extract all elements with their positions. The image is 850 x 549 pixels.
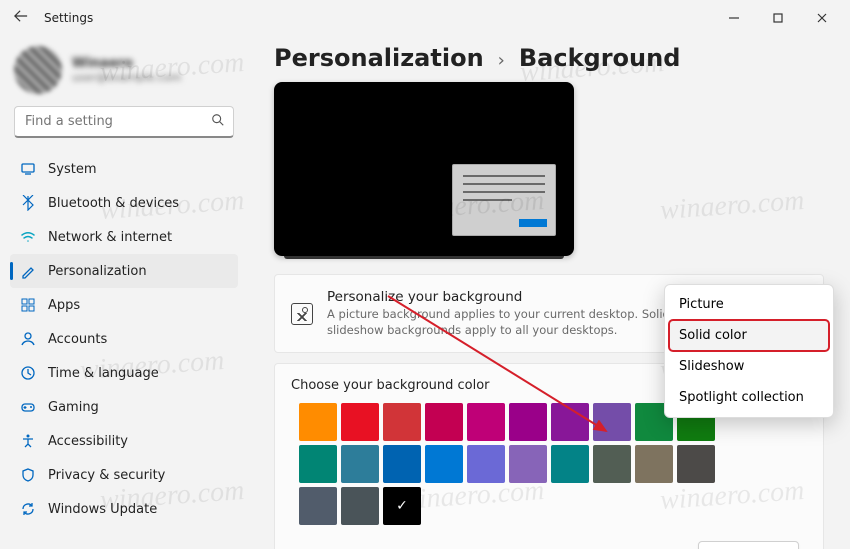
shield-icon [20, 467, 36, 483]
sidebar-item-label: Apps [48, 298, 80, 313]
color-swatch[interactable] [677, 445, 715, 483]
arrow-left-icon [14, 9, 28, 23]
person-icon [20, 331, 36, 347]
sidebar-item-time[interactable]: Time & language [10, 356, 238, 390]
clock-icon [20, 365, 36, 381]
bluetooth-icon [20, 195, 36, 211]
sidebar: Winaero user@example.com System Bluetooth… [0, 36, 248, 549]
maximize-button[interactable] [756, 3, 800, 33]
close-button[interactable] [800, 3, 844, 33]
search-box[interactable] [14, 106, 234, 138]
color-swatch[interactable] [383, 445, 421, 483]
color-swatch[interactable] [341, 487, 379, 525]
color-swatch[interactable] [383, 487, 421, 525]
gaming-icon [20, 399, 36, 415]
sidebar-item-label: Bluetooth & devices [48, 196, 179, 211]
color-swatch[interactable] [383, 403, 421, 441]
color-swatch[interactable] [299, 445, 337, 483]
dropdown-option-picture[interactable]: Picture [669, 289, 829, 320]
view-colors-button[interactable]: View colors [698, 541, 799, 549]
titlebar: Settings [0, 0, 850, 36]
breadcrumb-parent[interactable]: Personalization [274, 44, 484, 72]
sidebar-item-label: Gaming [48, 400, 99, 415]
minimize-button[interactable] [712, 3, 756, 33]
custom-colors-row: Custom colors View colors [291, 533, 807, 549]
sidebar-item-label: Network & internet [48, 230, 172, 245]
sidebar-item-label: Privacy & security [48, 468, 165, 483]
sidebar-item-privacy[interactable]: Privacy & security [10, 458, 238, 492]
sidebar-item-label: Windows Update [48, 502, 157, 517]
dropdown-option-spotlight-collection[interactable]: Spotlight collection [669, 382, 829, 413]
sidebar-item-label: System [48, 162, 96, 177]
close-icon [817, 13, 827, 23]
user-email: user@example.com [72, 71, 181, 84]
chevron-right-icon: › [498, 50, 505, 71]
color-swatch[interactable] [425, 403, 463, 441]
color-swatch[interactable] [635, 445, 673, 483]
window-title: Settings [44, 11, 93, 25]
desktop-preview [274, 82, 574, 256]
sidebar-item-apps[interactable]: Apps [10, 288, 238, 322]
color-swatch[interactable] [593, 445, 631, 483]
avatar [14, 46, 62, 94]
update-icon [20, 501, 36, 517]
accessibility-icon [20, 433, 36, 449]
color-swatch[interactable] [341, 445, 379, 483]
sidebar-item-accessibility[interactable]: Accessibility [10, 424, 238, 458]
sidebar-item-accounts[interactable]: Accounts [10, 322, 238, 356]
wifi-icon [20, 229, 36, 245]
user-account[interactable]: Winaero user@example.com [14, 46, 234, 94]
breadcrumb-current: Background [519, 44, 681, 72]
sidebar-item-label: Time & language [48, 366, 159, 381]
sidebar-item-system[interactable]: System [10, 152, 238, 186]
sidebar-nav: System Bluetooth & devices Network & inter… [10, 152, 238, 526]
sidebar-item-label: Accessibility [48, 434, 128, 449]
color-swatch[interactable] [509, 445, 547, 483]
color-swatch[interactable] [299, 487, 337, 525]
color-swatch[interactable] [509, 403, 547, 441]
color-swatch[interactable] [551, 403, 589, 441]
paint-icon [20, 263, 36, 279]
search-icon [211, 112, 225, 131]
sidebar-item-network[interactable]: Network & internet [10, 220, 238, 254]
color-swatches [299, 403, 729, 525]
breadcrumb: Personalization › Background [274, 44, 824, 72]
minimize-icon [729, 13, 739, 23]
sidebar-item-gaming[interactable]: Gaming [10, 390, 238, 424]
back-button[interactable] [6, 9, 36, 27]
search-input[interactable] [25, 114, 211, 129]
color-swatch[interactable] [299, 403, 337, 441]
dropdown-option-solid-color[interactable]: Solid color [669, 320, 829, 351]
apps-icon [20, 297, 36, 313]
sidebar-item-label: Personalization [48, 264, 147, 279]
color-swatch[interactable] [593, 403, 631, 441]
system-icon [20, 161, 36, 177]
main-panel: Personalization › Background Personalize… [248, 36, 850, 549]
preview-window [452, 164, 556, 236]
color-swatch[interactable] [425, 445, 463, 483]
color-swatch[interactable] [551, 445, 589, 483]
user-name: Winaero [72, 56, 181, 71]
background-type-dropdown[interactable]: PictureSolid colorSlideshowSpotlight col… [664, 284, 834, 418]
sidebar-item-bluetooth[interactable]: Bluetooth & devices [10, 186, 238, 220]
sidebar-item-personalization[interactable]: Personalization [10, 254, 238, 288]
dropdown-option-slideshow[interactable]: Slideshow [669, 351, 829, 382]
color-swatch[interactable] [467, 403, 505, 441]
maximize-icon [773, 13, 783, 23]
color-swatch[interactable] [341, 403, 379, 441]
sidebar-item-update[interactable]: Windows Update [10, 492, 238, 526]
color-swatch[interactable] [467, 445, 505, 483]
sidebar-item-label: Accounts [48, 332, 107, 347]
picture-icon [291, 303, 313, 325]
